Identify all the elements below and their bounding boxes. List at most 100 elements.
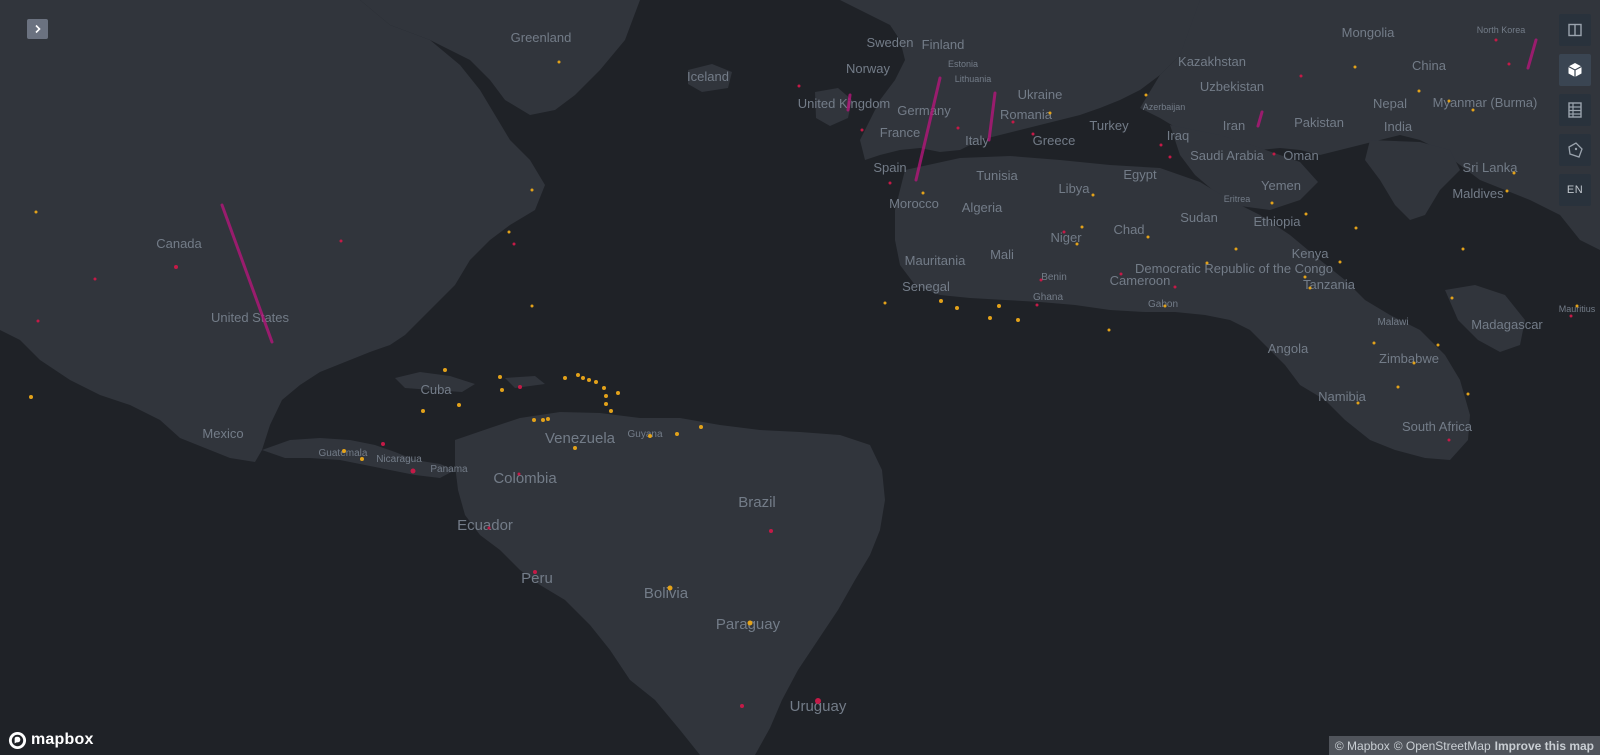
osm-attribution-link[interactable]: © OpenStreetMap: [1394, 739, 1491, 753]
country-label: Greenland: [511, 30, 572, 45]
data-point: [1354, 226, 1358, 230]
table-icon: [1568, 102, 1582, 118]
country-label: Egypt: [1123, 167, 1157, 182]
country-label: Angola: [1268, 341, 1309, 356]
country-label: Peru: [521, 570, 553, 587]
language-label: EN: [1566, 184, 1584, 196]
data-point: [997, 304, 1001, 308]
improve-map-link[interactable]: Improve this map: [1495, 739, 1594, 753]
mapbox-logo[interactable]: mapbox: [8, 729, 94, 751]
country-label: Spain: [873, 160, 906, 175]
data-point: [36, 319, 40, 323]
data-table-button[interactable]: [1559, 94, 1591, 126]
data-point: [1471, 108, 1475, 112]
country-label: Yemen: [1261, 178, 1301, 193]
country-label: Venezuela: [545, 430, 616, 447]
country-label: Colombia: [493, 470, 557, 487]
data-point: [860, 128, 864, 132]
country-label: Chad: [1113, 222, 1144, 237]
country-label: Sudan: [1180, 210, 1218, 225]
data-point: [616, 391, 620, 395]
data-point: [1048, 111, 1052, 115]
data-point: [1412, 361, 1416, 365]
data-point: [1299, 74, 1303, 78]
country-label: Ethiopia: [1254, 214, 1302, 229]
data-point: [410, 468, 416, 474]
data-point: [443, 368, 447, 372]
data-point: [1144, 93, 1148, 97]
split-map-button[interactable]: [1559, 14, 1591, 46]
sidebar-toggle-button[interactable]: [27, 19, 48, 39]
chevron-right-icon: [34, 24, 41, 34]
data-point: [546, 417, 550, 421]
data-point: [699, 425, 703, 429]
language-button[interactable]: EN: [1559, 174, 1591, 206]
country-label: Norway: [846, 61, 891, 76]
attribution-bar: © Mapbox © OpenStreetMap Improve this ma…: [1328, 736, 1600, 755]
data-point: [507, 230, 511, 234]
country-label: Myanmar (Burma): [1433, 95, 1538, 110]
data-point: [883, 301, 887, 305]
data-point: [594, 380, 598, 384]
country-label: Morocco: [889, 196, 939, 211]
data-point: [1031, 132, 1035, 136]
data-point: [988, 316, 992, 320]
data-point: [740, 704, 744, 708]
data-point: [1270, 201, 1274, 205]
data-point: [1011, 120, 1015, 124]
draw-polygon-button[interactable]: [1559, 134, 1591, 166]
mapbox-logo-icon: [8, 731, 27, 749]
data-point: [1505, 189, 1509, 193]
data-point: [517, 472, 521, 476]
data-point: [1016, 318, 1020, 322]
data-point: [609, 409, 613, 413]
data-point: [381, 442, 385, 446]
country-label: Sri Lanka: [1463, 160, 1519, 175]
country-label: South Africa: [1402, 419, 1473, 434]
data-point: [1356, 401, 1360, 405]
country-label: Lithuania: [955, 74, 992, 84]
country-label: Namibia: [1318, 389, 1366, 404]
data-point: [530, 188, 534, 192]
3d-view-button[interactable]: [1559, 54, 1591, 86]
data-point: [1163, 304, 1167, 308]
country-label: Maldives: [1452, 186, 1504, 201]
country-label: Mali: [990, 247, 1014, 262]
data-point: [1119, 272, 1123, 276]
data-point: [1091, 193, 1095, 197]
country-label: Madagascar: [1471, 317, 1543, 332]
data-point: [1372, 341, 1376, 345]
country-label: Mexico: [202, 426, 243, 441]
country-label: Zimbabwe: [1379, 351, 1439, 366]
data-point: [939, 299, 943, 303]
country-label: Italy: [965, 133, 989, 148]
country-label: Tanzania: [1303, 277, 1356, 292]
country-label: Ghana: [1033, 292, 1063, 303]
data-point: [1353, 65, 1357, 69]
map-toolbar: EN: [1559, 14, 1591, 206]
country-label: Romania: [1000, 107, 1053, 122]
country-label: Guyana: [627, 429, 662, 440]
mapbox-attribution-link[interactable]: © Mapbox: [1335, 739, 1390, 753]
data-point: [29, 395, 33, 399]
data-point: [1303, 275, 1307, 279]
data-point: [518, 385, 522, 389]
split-map-icon: [1568, 23, 1582, 37]
data-point: [1168, 155, 1172, 159]
country-label: Mauritania: [905, 253, 966, 268]
country-label: Uzbekistan: [1200, 79, 1264, 94]
data-point: [1107, 328, 1111, 332]
data-point: [1507, 62, 1511, 66]
data-point: [576, 373, 580, 377]
data-point: [1080, 225, 1084, 229]
data-point: [1205, 261, 1209, 265]
country-label: Turkey: [1089, 118, 1129, 133]
data-point: [1304, 212, 1308, 216]
country-label: Bolivia: [644, 585, 689, 602]
country-label: Ecuador: [457, 517, 513, 534]
country-label: Democratic Republic of the Congo: [1135, 261, 1333, 276]
data-point: [747, 620, 753, 626]
map-canvas[interactable]: Greenland Sweden Finland Iceland Norway …: [0, 0, 1600, 755]
data-point: [921, 191, 925, 195]
country-label: France: [880, 125, 920, 140]
